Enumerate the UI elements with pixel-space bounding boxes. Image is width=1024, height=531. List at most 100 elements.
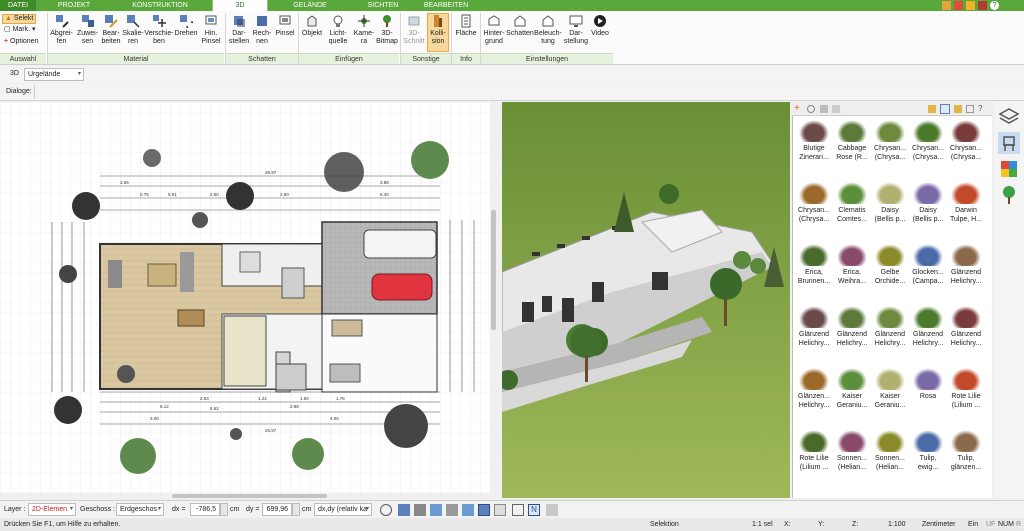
grid-icon[interactable] (512, 504, 524, 516)
monitor-icon[interactable] (398, 504, 410, 516)
tab-gelaende[interactable]: GELÄNDE (270, 0, 350, 11)
catalog-item[interactable]: Kaiser Geraniu... (834, 366, 870, 422)
pick-material-button[interactable]: Abgrei- fen (49, 14, 74, 46)
lighting-button[interactable]: Beleuch- tung (534, 14, 562, 46)
background-button[interactable]: Hinter- grund (482, 14, 506, 46)
move-material-button[interactable]: Verschie- ben (144, 14, 174, 46)
print-icon[interactable] (414, 504, 426, 516)
snap-icon[interactable] (430, 504, 442, 516)
settings-icon[interactable] (820, 105, 828, 113)
terrain-select[interactable]: Urgelände ▾ (24, 68, 84, 81)
north-icon[interactable]: N (528, 504, 540, 516)
insert-bitmap-button[interactable]: 3D- Bitmap (376, 14, 398, 46)
help-icon[interactable]: ? (990, 1, 999, 10)
catalog-item[interactable]: Chrysan... (Chrysa... (796, 180, 832, 236)
tab-3d[interactable]: 3D (212, 0, 268, 11)
catalog-item[interactable]: Rote Lilie (Lilium ... (796, 428, 832, 484)
3d-view[interactable] (502, 102, 790, 498)
scale-material-button[interactable]: Skalie- ren (122, 14, 144, 46)
catalog-item[interactable]: Tulip, glänzen... (948, 428, 984, 484)
plan-vertical-scroll-thumb[interactable] (491, 210, 496, 330)
select-button[interactable]: ▲ Selekt (2, 14, 36, 24)
mark-button[interactable]: ▢ Mark. ▾ (2, 26, 38, 36)
catalog-item[interactable]: Glänzend Helichry... (834, 304, 870, 360)
3d-section-button[interactable]: 3D- Schnitt (402, 14, 426, 46)
options-button[interactable]: + Optionen (2, 38, 46, 48)
catalog-item[interactable]: Chrysan... (Chrysa... (872, 118, 908, 174)
floor-plan-view[interactable]: 25.97 3.65 5.01 0.76 2.60 1.64 2.60 6.40… (0, 102, 497, 498)
display-button[interactable]: Dar- stellung (563, 14, 589, 46)
dy-spinner[interactable] (292, 503, 300, 516)
book-icon[interactable] (494, 504, 506, 516)
tips-icon[interactable] (966, 1, 975, 10)
shadow-settings-button[interactable]: Schatten (506, 14, 534, 38)
coordinate-mode-select[interactable]: dx,dy (relativ ka ▾ (314, 503, 372, 516)
assign-material-button[interactable]: Zuwei- sen (75, 14, 100, 46)
catalog-item[interactable]: Clematis Comtes... (834, 180, 870, 236)
catalog-item[interactable]: Chrysan... (Chrysa... (948, 118, 984, 174)
folder-icon[interactable] (928, 105, 936, 113)
insert-object-button[interactable]: Objekt (300, 14, 324, 38)
floor-select[interactable]: Erdgeschos ▾ (116, 503, 164, 516)
tab-bearbeiten[interactable]: BEARBEITEN (416, 0, 476, 11)
show-shadow-button[interactable]: Dar- stellen (227, 14, 251, 46)
catalog-item[interactable]: Glänzend Helichry... (872, 304, 908, 360)
insert-light-button[interactable]: Licht- quelle (325, 14, 351, 46)
settings-icon[interactable] (546, 504, 558, 516)
area-button[interactable]: Fläche (453, 14, 479, 38)
search-icon[interactable] (807, 105, 815, 113)
layer-select[interactable]: 2D-Elemen ▾ (28, 503, 76, 516)
ortho-icon[interactable] (462, 504, 474, 516)
tab-sichten[interactable]: SICHTEN (352, 0, 414, 11)
video-button[interactable]: Video (589, 14, 611, 38)
catalog-item[interactable]: Glänzend Helichry... (948, 242, 984, 298)
dy-input[interactable]: 699,96 (262, 503, 292, 516)
layers-icon[interactable] (998, 106, 1020, 128)
catalog-item[interactable]: Glänzend Helichry... (910, 304, 946, 360)
calc-shadow-button[interactable]: Rech- nen (251, 14, 273, 46)
catalog-item[interactable]: Glänzend Helichry... (796, 304, 832, 360)
help-icon[interactable]: ? (978, 104, 988, 114)
catalog-item[interactable]: Glänzen... Helichry... (796, 366, 832, 422)
materials-icon[interactable] (998, 158, 1020, 180)
catalog-item[interactable]: Chrysan... (Chrysa... (910, 118, 946, 174)
catalog-item[interactable]: Cabbage Rose (R... (834, 118, 870, 174)
add-icon[interactable]: + (794, 104, 804, 114)
tab-konstruktion[interactable]: KONSTRUKTION (110, 0, 210, 11)
edit-icon[interactable] (832, 105, 840, 113)
clock-icon[interactable] (380, 504, 392, 516)
dx-spinner[interactable] (220, 503, 228, 516)
measure-icon[interactable] (446, 504, 458, 516)
plants-icon[interactable] (998, 184, 1020, 206)
catalog-item[interactable]: Glänzend Helichry... (948, 304, 984, 360)
layer-view-icon[interactable] (478, 504, 490, 516)
shadow-brush-button[interactable]: Pinsel (274, 14, 296, 38)
catalog-item[interactable]: Daisy (Bellis p... (872, 180, 908, 236)
catalog-item[interactable]: Blutige Zinerari... (796, 118, 832, 174)
catalog-item[interactable]: Gelbe Orchide... (872, 242, 908, 298)
catalog-item[interactable]: Erica, Brunnen... (796, 242, 832, 298)
catalog-item[interactable]: Sonnen... (Helian... (834, 428, 870, 484)
tab-projekt[interactable]: PROJEKT (48, 0, 100, 11)
plan-horizontal-scroll-thumb[interactable] (172, 494, 327, 498)
catalog-item[interactable]: Rosa (910, 366, 946, 422)
quick-access-icon[interactable] (942, 1, 951, 10)
rotate-material-button[interactable]: Drehen (173, 14, 199, 38)
catalog-item[interactable]: Kaiser Geraniu... (872, 366, 908, 422)
chair-icon[interactable] (998, 132, 1020, 154)
catalog-item[interactable]: Daisy (Bellis p... (910, 180, 946, 236)
catalog-item[interactable]: Darwin Tulpe, H... (948, 180, 984, 236)
tab-datei[interactable]: DATEI (0, 0, 36, 11)
help-topics-icon[interactable] (954, 1, 963, 10)
collision-button[interactable]: Kolli- sion (427, 13, 449, 52)
new-item-icon[interactable] (966, 105, 974, 113)
catalog-item[interactable]: Sonnen... (Helian... (872, 428, 908, 484)
catalog-item[interactable]: Tulip, ewig... (910, 428, 946, 484)
dx-input[interactable]: -786,5 (190, 503, 220, 516)
grid-view-icon[interactable] (940, 104, 950, 114)
open-folder-icon[interactable] (954, 105, 962, 113)
catalog-item[interactable]: Erica, Weihra... (834, 242, 870, 298)
brush-button[interactable]: Hin. Pinsel (199, 14, 223, 46)
edit-material-button[interactable]: Bear- beiten (100, 14, 122, 46)
catalog-item[interactable]: Glocken... (Campa... (910, 242, 946, 298)
